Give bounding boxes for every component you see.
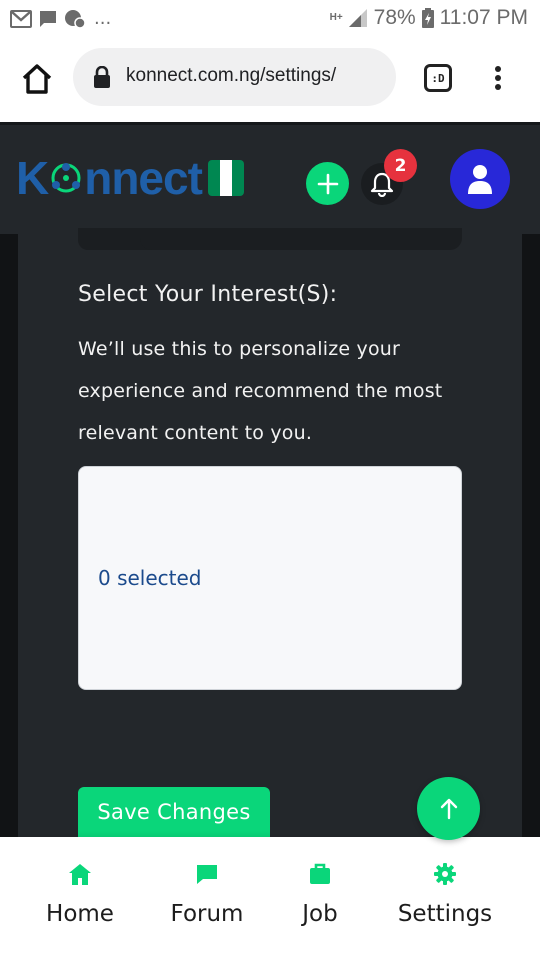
chat-icon [197,865,217,884]
messenger-icon [65,9,86,29]
browser-menu-button[interactable] [486,62,510,94]
interests-multiselect[interactable]: 0 selected [78,466,462,690]
app-header: K nnect 2 [0,122,540,234]
settings-content: Select Your Interest(S): We’ll use this … [0,228,540,843]
nav-label: Home [46,901,114,927]
menu-dot [495,75,501,81]
clock: 11:07 PM [439,6,528,29]
interests-heading: Select Your Interest(S): [78,282,338,307]
selected-count: 0 selected [98,566,202,590]
more-notifications: ... [94,8,112,29]
nav-label: Job [302,901,338,927]
status-notifications: ... [10,8,111,29]
nav-label: Settings [397,901,493,927]
plus-icon [317,173,338,194]
user-icon [468,165,492,194]
konnect-logo[interactable]: K nnect [16,151,244,205]
nigeria-flag-icon [207,160,244,196]
tab-switcher-button[interactable]: :D [424,64,452,92]
browser-home-button[interactable] [20,62,54,96]
menu-dot [495,84,501,90]
status-bar: ... H+ 78% 11:07 PM [0,0,540,38]
message-icon [40,10,56,27]
logo-prefix: K [16,152,49,204]
signal-icon [348,9,367,27]
home-icon [69,864,91,885]
settings-panel: Select Your Interest(S): We’ll use this … [18,228,522,843]
scroll-to-top-button[interactable] [417,777,480,840]
battery-icon [421,8,434,28]
status-indicators: H+ 78% 11:07 PM [330,6,528,30]
nav-job[interactable]: Job [298,861,342,927]
nav-settings[interactable]: Settings [395,861,495,927]
user-avatar[interactable] [450,149,510,209]
menu-dot [495,66,501,72]
create-post-button[interactable] [306,162,349,205]
people-network-icon [51,163,81,193]
nav-label: Forum [170,901,244,927]
interests-description: We’ll use this to personalize your exper… [78,338,443,444]
network-type: H+ [329,12,343,23]
save-changes-button[interactable]: Save Changes [78,787,270,843]
logo-wordmark: K nnect [16,151,203,205]
logo-suffix: nnect [84,152,203,204]
home-outline-icon [22,64,52,94]
briefcase-icon [310,863,330,884]
nav-forum[interactable]: Forum [169,861,245,927]
battery-percent: 78% [373,6,416,29]
bottom-navigation: Home Forum Job Settings [0,837,540,960]
nav-home[interactable]: Home [46,861,114,927]
url-text: konnect.com.ng/settings/ [126,65,337,86]
flag-stripe [219,160,232,196]
gear-icon [434,863,456,885]
app-root: ... H+ 78% 11:07 PM konnect.com.ng/setti… [0,0,540,960]
browser-toolbar: konnect.com.ng/settings/ :D [0,38,540,122]
arrow-up-icon [440,798,457,819]
gmail-icon [10,9,32,28]
address-bar[interactable]: konnect.com.ng/settings/ [73,48,396,106]
flag-stripe [207,160,220,196]
notification-count-badge[interactable]: 2 [384,149,417,182]
lock-icon [94,66,110,88]
previous-field-edge [140,228,462,250]
flag-stripe [231,160,244,196]
